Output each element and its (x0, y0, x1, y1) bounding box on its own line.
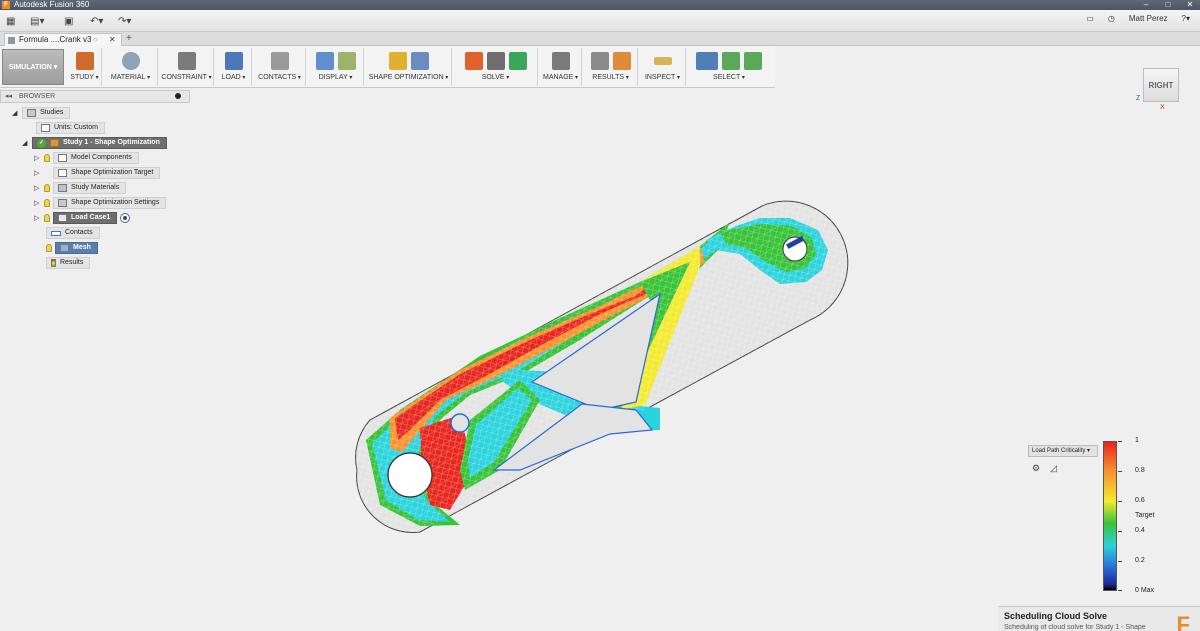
legend-label-0-8: 0.8 (1135, 467, 1145, 474)
legend-tools: ⚙ ◿ (1028, 461, 1068, 475)
legend-label-1: 1 (1135, 437, 1139, 444)
legend-tick (1118, 531, 1122, 532)
legend-label-0-max: 0 Max (1135, 587, 1155, 594)
legend-tick (1118, 441, 1122, 442)
notification-message: Scheduling of cloud solve for Study 1 - … (1004, 624, 1146, 631)
notification-title: Scheduling Cloud Solve (1004, 611, 1108, 621)
cloud-solve-notification[interactable]: Scheduling Cloud Solve Scheduling of clo… (998, 606, 1200, 631)
large-hole (387, 452, 433, 498)
viewport-model[interactable] (0, 0, 1200, 631)
fusion-f-logo-icon: F (1176, 612, 1190, 631)
legend-label-0-6: 0.6 (1135, 497, 1145, 504)
viewcube[interactable]: RIGHT (1143, 68, 1179, 102)
adjust-triangle-icon[interactable]: ◿ (1050, 463, 1057, 474)
legend-tick (1118, 501, 1122, 502)
legend-tick (1118, 471, 1122, 472)
legend-label-0-4: 0.4 (1135, 527, 1145, 534)
small-hole (450, 413, 470, 433)
legend-tick (1118, 590, 1122, 591)
legend-color-scale[interactable] (1103, 441, 1117, 591)
legend-label-0-2: 0.2 (1135, 557, 1145, 564)
legend-label-target: Target (1135, 512, 1155, 519)
load-path-structure (355, 201, 848, 533)
gear-icon[interactable]: ⚙ (1032, 463, 1040, 474)
axis-x-label: X (1160, 104, 1165, 111)
legend-tick (1118, 561, 1122, 562)
axis-z-label: Z (1136, 95, 1141, 102)
result-type-dropdown[interactable]: Load Path Criticality (1028, 445, 1098, 457)
